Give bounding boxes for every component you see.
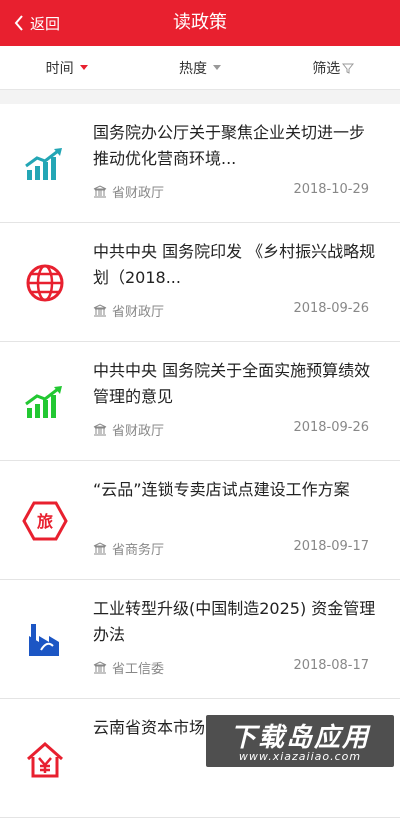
item-source: 省财政厅: [112, 301, 164, 320]
item-date: 2018-09-26: [293, 301, 369, 320]
page-title: 读政策: [0, 0, 400, 46]
filter-screen-label: 筛选: [312, 58, 340, 78]
government-building-icon: [93, 185, 107, 198]
item-title: 国务院办公厅关于聚焦企业关切进一步推动优化营商环境...: [93, 120, 378, 172]
government-building-icon: [93, 304, 107, 317]
filter-popularity[interactable]: 热度: [133, 46, 266, 89]
sort-down-icon: [80, 65, 88, 70]
item-date: 2018-09-26: [293, 420, 369, 439]
watermark-main: 下载岛应用: [206, 717, 394, 754]
government-building-icon: [93, 542, 107, 555]
trend-chart-icon: [20, 144, 70, 184]
item-source: 省财政厅: [112, 182, 164, 201]
list-item[interactable]: 旅 “云品”连锁专卖店试点建设工作方案 省商务厅 2018-09-17: [0, 461, 400, 580]
list-item[interactable]: 中共中央 国务院印发 《乡村振兴战略规划（2018... 省财政厅 2018-0…: [0, 223, 400, 342]
watermark-url: www.xiazaiiao.com: [206, 750, 394, 763]
travel-badge-icon: 旅: [20, 501, 70, 541]
funnel-icon: [342, 62, 354, 74]
filter-bar: 时间 热度 筛选: [0, 46, 400, 90]
sort-down-icon: [213, 65, 221, 70]
item-source: 省商务厅: [112, 539, 164, 558]
app-header: 返回 读政策: [0, 0, 400, 46]
list-item[interactable]: 国务院办公厅关于聚焦企业关切进一步推动优化营商环境... 省财政厅 2018-1…: [0, 104, 400, 223]
filter-screen[interactable]: 筛选: [267, 46, 400, 89]
item-title: 中共中央 国务院关于全面实施预算绩效管理的意见: [93, 358, 378, 410]
filter-time-label: 时间: [46, 58, 74, 78]
item-date: 2018-10-29: [293, 182, 369, 201]
item-title: “云品”连锁专卖店试点建设工作方案: [93, 477, 378, 503]
item-date: 2018-08-17: [293, 658, 369, 677]
item-date: 2018-09-17: [293, 539, 369, 558]
growth-chart-icon: [20, 382, 70, 422]
item-source: 省财政厅: [112, 420, 164, 439]
factory-icon: [20, 620, 70, 660]
list-item[interactable]: 工业转型升级(中国制造2025) 资金管理办法 省工信委 2018-08-17: [0, 580, 400, 699]
government-building-icon: [93, 423, 107, 436]
globe-icon: [20, 263, 70, 303]
government-building-icon: [93, 661, 107, 674]
filter-popularity-label: 热度: [179, 58, 207, 78]
item-source: 省工信委: [112, 658, 164, 677]
list-item[interactable]: 中共中央 国务院关于全面实施预算绩效管理的意见 省财政厅 2018-09-26: [0, 342, 400, 461]
filter-time[interactable]: 时间: [0, 46, 133, 89]
yuan-house-icon: [20, 739, 70, 779]
section-gap: [0, 90, 400, 104]
item-title: 中共中央 国务院印发 《乡村振兴战略规划（2018...: [93, 239, 378, 291]
item-title: 工业转型升级(中国制造2025) 资金管理办法: [93, 596, 378, 648]
watermark-logo: 下载岛应用 www.xiazaiiao.com: [206, 715, 394, 767]
policy-list: 国务院办公厅关于聚焦企业关切进一步推动优化营商环境... 省财政厅 2018-1…: [0, 104, 400, 818]
svg-text:旅: 旅: [37, 512, 53, 531]
